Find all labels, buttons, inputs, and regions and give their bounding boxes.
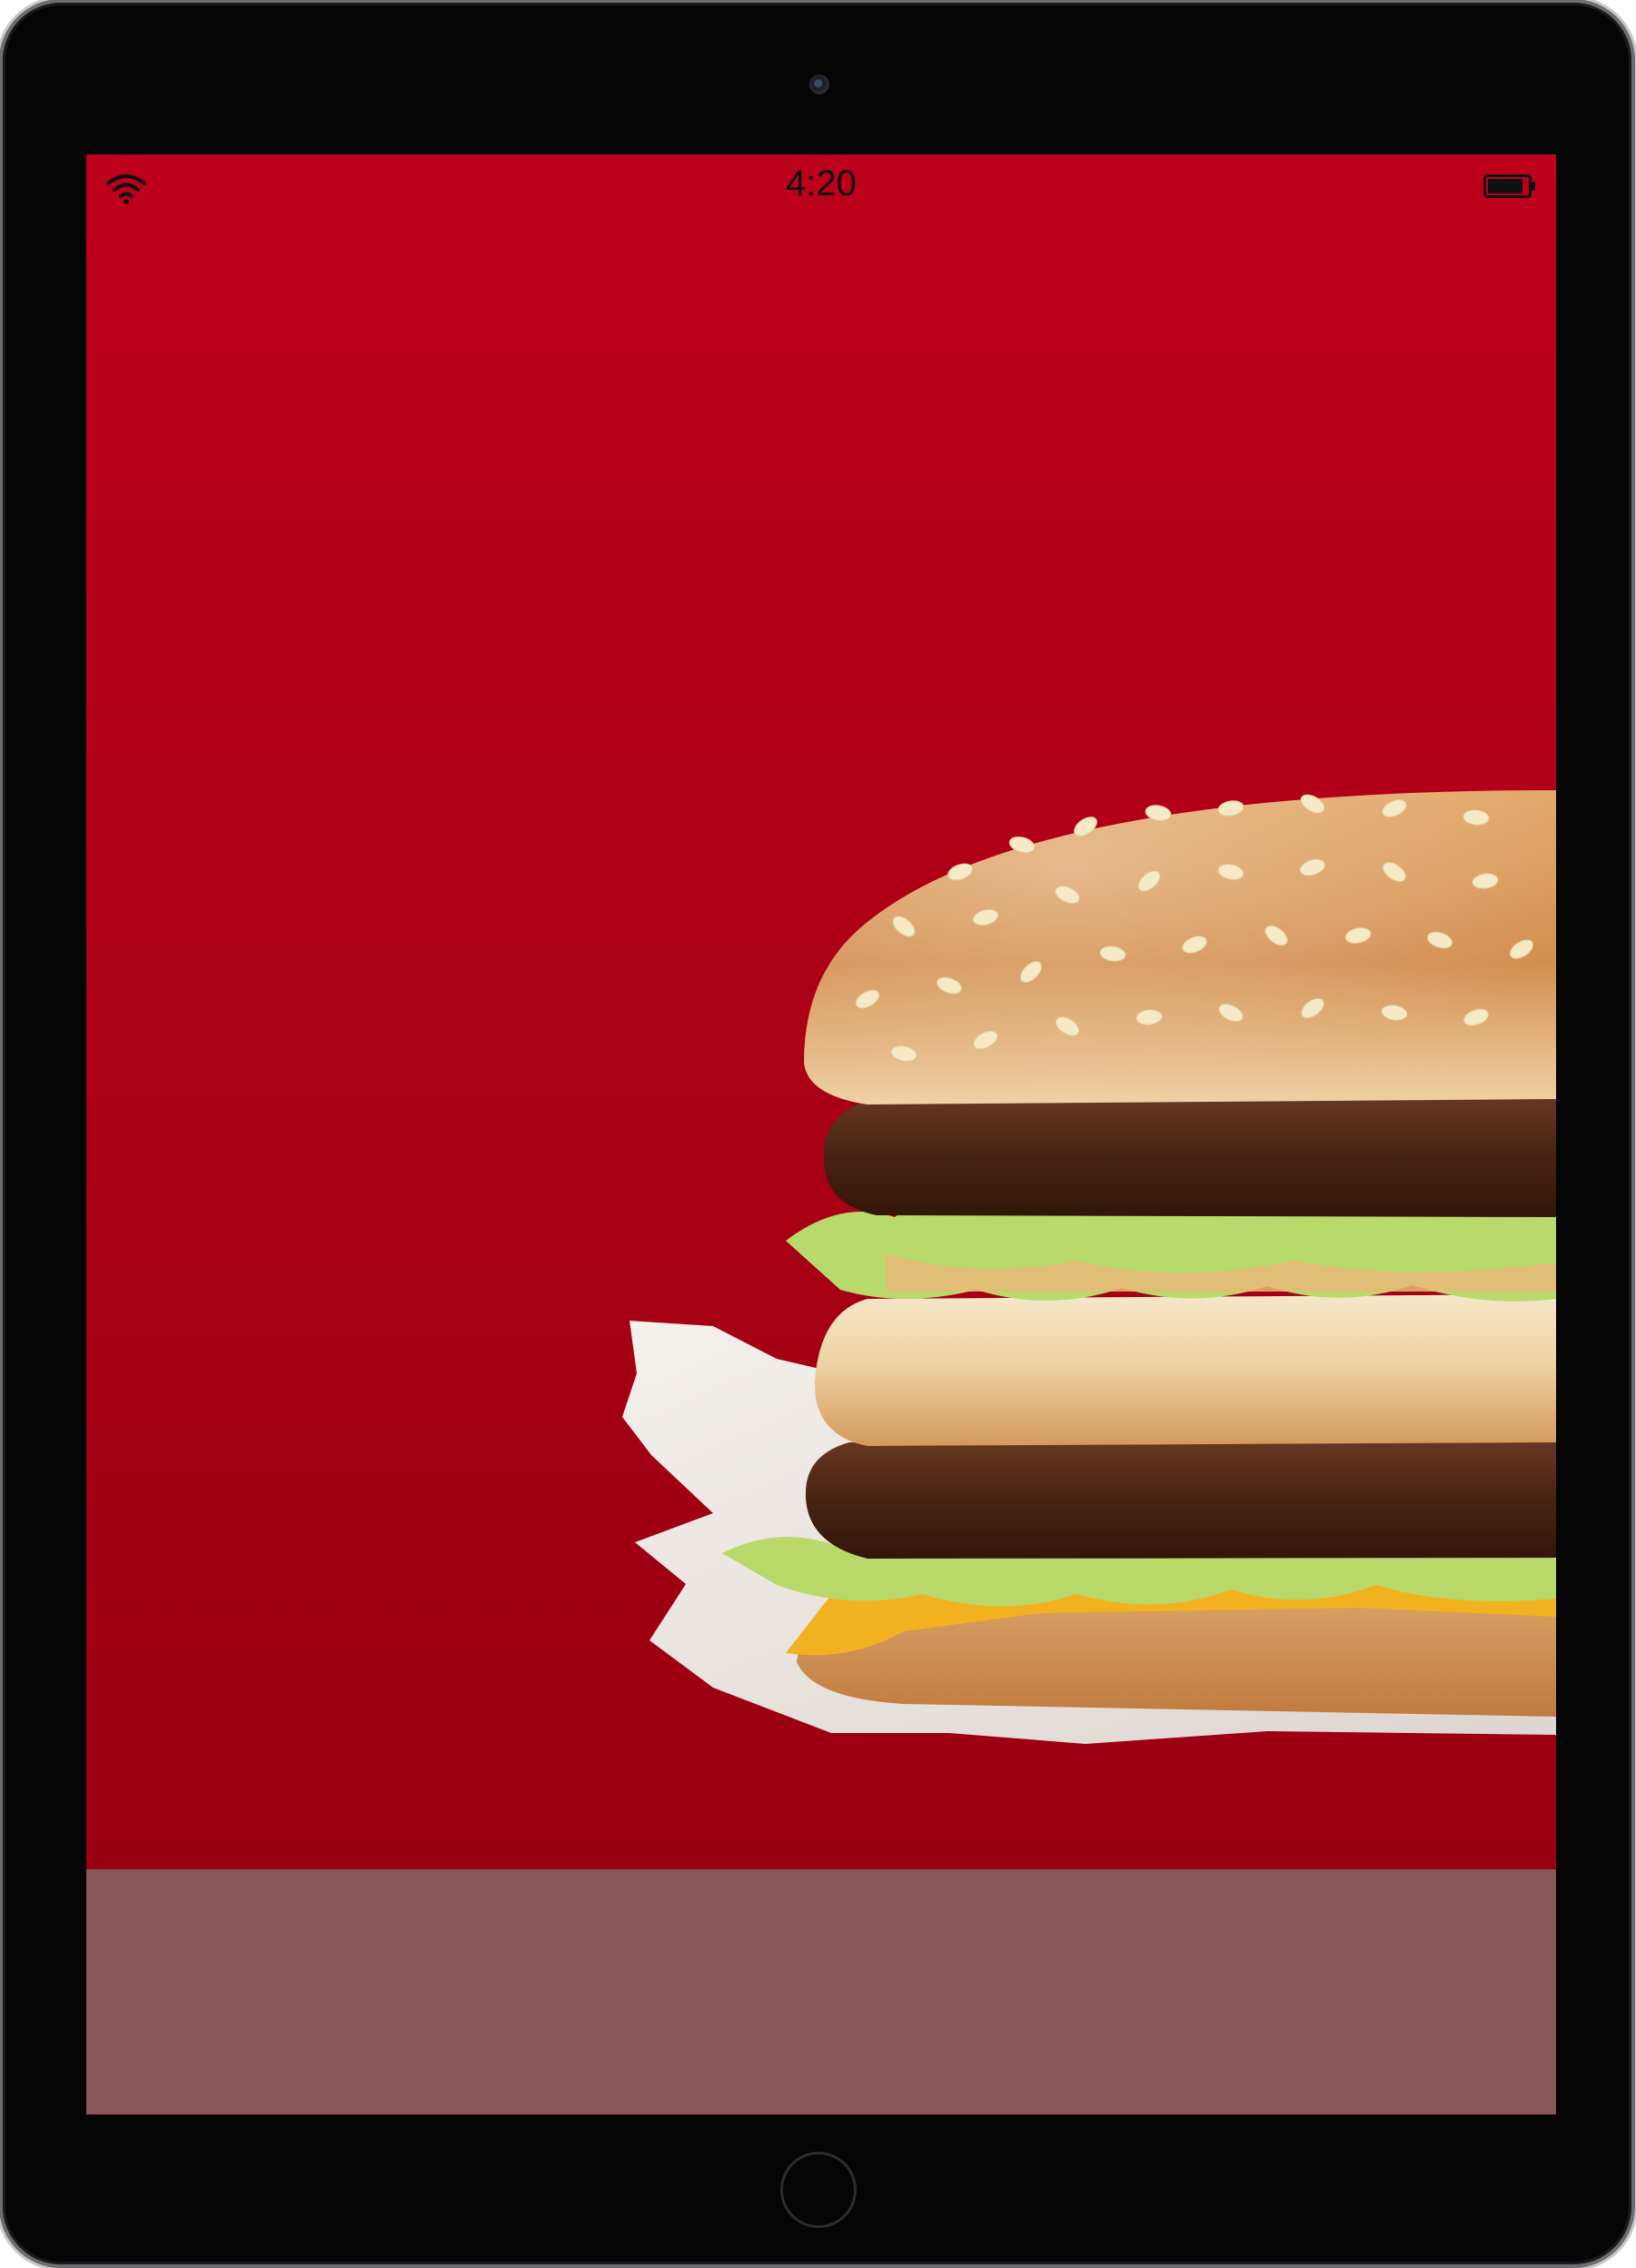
battery-icon (1483, 174, 1535, 198)
camera-icon (809, 74, 829, 94)
status-bar: 4:20 (86, 154, 1556, 220)
hero-burger-image (622, 790, 1556, 1744)
app-screen: 4:20 (86, 154, 1556, 2114)
tablet-device: 4:20 (3, 3, 1631, 2264)
status-time: 4:20 (786, 163, 857, 203)
home-button[interactable] (780, 2152, 857, 2228)
bottom-panel (86, 1869, 1556, 2114)
